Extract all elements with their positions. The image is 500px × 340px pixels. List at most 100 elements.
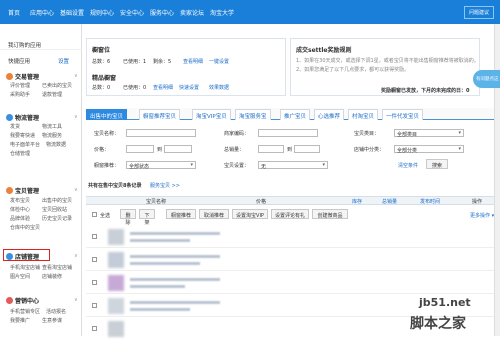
price-min-input[interactable] bbox=[126, 145, 154, 153]
table-row[interactable] bbox=[86, 249, 500, 271]
row-checkbox[interactable] bbox=[92, 280, 97, 285]
sidebar-link[interactable]: 物流工具 bbox=[42, 123, 62, 130]
section-products[interactable]: 宝贝管理 bbox=[6, 186, 39, 195]
tab-village[interactable]: 村淘宝贝 bbox=[348, 109, 379, 120]
sidebar-link[interactable]: 仓储管理 bbox=[10, 150, 30, 157]
more-actions-dropdown[interactable]: 更多操作 ▾ bbox=[470, 212, 494, 219]
shop-category-select[interactable]: 全部分类 bbox=[394, 145, 464, 154]
nav-basic-settings[interactable]: 基础设置 bbox=[60, 8, 84, 17]
product-thumbnail[interactable] bbox=[108, 229, 124, 245]
sidebar-link[interactable]: 发布宝贝 bbox=[10, 197, 30, 204]
nav-home[interactable]: 首页 bbox=[8, 8, 20, 17]
sidebar-link[interactable]: 出售中的宝贝 bbox=[42, 197, 72, 204]
review-gift-button[interactable]: 设置评论有礼 bbox=[271, 209, 309, 219]
window-view-link[interactable]: 查看明细 bbox=[183, 58, 203, 65]
row-checkbox[interactable] bbox=[92, 326, 97, 331]
create-micro-product-button[interactable]: 创建微商品 bbox=[312, 209, 348, 219]
cancel-recommend-button[interactable]: 取消推荐 bbox=[199, 209, 229, 219]
quick-settings-link[interactable]: 设置 bbox=[58, 57, 69, 65]
setting-label: 宝贝设置： bbox=[224, 163, 250, 169]
chevron-icon[interactable]: ∨ bbox=[74, 253, 78, 259]
table-row[interactable] bbox=[86, 226, 500, 248]
chevron-icon[interactable]: ∨ bbox=[74, 187, 78, 193]
tab-on-sale[interactable]: 出售中的宝贝 bbox=[86, 109, 128, 120]
search-button[interactable]: 搜索 bbox=[426, 159, 448, 169]
name-input[interactable] bbox=[126, 129, 196, 137]
sidebar-link[interactable]: 体检中心 bbox=[10, 206, 30, 213]
nav-taobao-university[interactable]: 淘宝大学 bbox=[210, 8, 234, 17]
sidebar-link[interactable]: 手机淘宝店铺 bbox=[10, 264, 40, 271]
help-float-button[interactable]: 有问题点这 bbox=[473, 70, 500, 88]
nav-security-center[interactable]: 安全中心 bbox=[120, 8, 144, 17]
sidebar-my-apps[interactable]: 我订购的应用 bbox=[0, 38, 82, 50]
sales-min-input[interactable] bbox=[258, 145, 284, 153]
product-thumbnail[interactable] bbox=[108, 275, 124, 291]
merchant-code-input[interactable] bbox=[258, 129, 318, 137]
sidebar-link[interactable]: 已卖出的宝贝 bbox=[42, 82, 72, 89]
col-publish-time[interactable]: 发布时间 bbox=[420, 198, 440, 205]
sidebar-link[interactable]: 店铺装修 bbox=[42, 273, 62, 280]
nav-rules-center[interactable]: 规则中心 bbox=[90, 8, 114, 17]
sidebar-link[interactable]: 物流服务 bbox=[42, 132, 62, 139]
chevron-icon[interactable]: ∨ bbox=[74, 73, 78, 79]
sidebar-link[interactable]: 发货 bbox=[10, 123, 20, 130]
row-checkbox[interactable] bbox=[92, 257, 97, 262]
select-all-checkbox[interactable] bbox=[92, 212, 97, 217]
col-actions: 操作 bbox=[472, 199, 483, 205]
sidebar-link[interactable]: 物流数据 bbox=[46, 141, 66, 148]
sidebar-link[interactable]: 活动报名 bbox=[46, 308, 66, 315]
sidebar-link[interactable]: 查看淘宝店铺 bbox=[42, 264, 72, 271]
setting-select[interactable]: 无 bbox=[258, 161, 328, 170]
sidebar-link[interactable]: 我要推广 bbox=[10, 317, 30, 324]
product-thumbnail[interactable] bbox=[108, 298, 124, 314]
row-checkbox[interactable] bbox=[92, 303, 97, 308]
product-thumbnail[interactable] bbox=[108, 252, 124, 268]
col-sales[interactable]: 总销量 bbox=[382, 198, 397, 205]
chevron-icon[interactable]: ∨ bbox=[74, 114, 78, 120]
section-marketing[interactable]: 营销中心 bbox=[6, 296, 39, 305]
row-checkbox[interactable] bbox=[92, 234, 97, 239]
sales-max-input[interactable] bbox=[294, 145, 320, 153]
tab-dropship[interactable]: 一件代发宝贝 bbox=[382, 109, 424, 120]
featured-help-link[interactable]: 效果数据 bbox=[209, 84, 229, 91]
price-max-input[interactable] bbox=[164, 145, 192, 153]
service-products-link[interactable]: 服务宝贝 >> bbox=[150, 182, 180, 189]
section-logistics[interactable]: 物流管理 bbox=[6, 113, 39, 122]
tab-service[interactable]: 淘宝服务宝 bbox=[235, 109, 271, 120]
delete-button[interactable]: 删除 bbox=[120, 209, 136, 226]
clear-filters-button[interactable]: 清空条件 bbox=[394, 160, 422, 170]
tab-selected[interactable]: 心选推荐 bbox=[314, 109, 345, 120]
tab-vip[interactable]: 淘宝VIP宝贝 bbox=[192, 109, 231, 120]
recommend-button[interactable]: 橱窗推荐 bbox=[166, 209, 196, 219]
featured-view-link[interactable]: 查看明细 bbox=[153, 84, 173, 91]
sidebar-link[interactable]: 评价管理 bbox=[10, 82, 30, 89]
delist-button[interactable]: 下架 bbox=[139, 209, 155, 226]
nav-service-center[interactable]: 服务中心 bbox=[150, 8, 174, 17]
sidebar-link[interactable]: 品牌体验 bbox=[10, 215, 30, 222]
sidebar-link[interactable]: 采购助手 bbox=[10, 91, 30, 98]
sidebar-link[interactable]: 生意参谋 bbox=[42, 317, 62, 324]
col-stock[interactable]: 库存 bbox=[352, 198, 362, 205]
sidebar-link[interactable]: 历史宝贝记录 bbox=[42, 215, 72, 222]
sidebar-link[interactable]: 退款管理 bbox=[42, 91, 62, 98]
featured-setup-link[interactable]: 快速设置 bbox=[179, 84, 199, 91]
table-row[interactable] bbox=[86, 272, 500, 294]
section-trade[interactable]: 交易管理 bbox=[6, 72, 39, 81]
window-setup-link[interactable]: 一键设置 bbox=[209, 58, 229, 65]
tab-window-recommend[interactable]: 橱窗推荐宝贝 bbox=[139, 109, 181, 120]
nav-seller-forum[interactable]: 卖家论坛 bbox=[180, 8, 204, 17]
sidebar-link[interactable]: 我要寄快递 bbox=[10, 132, 35, 139]
sidebar-link[interactable]: 电子面单平台 bbox=[10, 141, 40, 148]
nav-app-center[interactable]: 应用中心 bbox=[30, 8, 54, 17]
sidebar-link[interactable]: 手机营销专区 bbox=[10, 308, 40, 315]
feedback-button[interactable]: 问题建议 bbox=[463, 6, 494, 19]
sidebar-link[interactable]: 宝贝回收站 bbox=[42, 206, 67, 213]
sidebar-link[interactable]: 仓库中的宝贝 bbox=[10, 224, 40, 231]
chevron-icon[interactable]: ∨ bbox=[74, 297, 78, 303]
tab-promoted[interactable]: 推广宝贝 bbox=[280, 109, 311, 120]
product-thumbnail[interactable] bbox=[108, 321, 124, 337]
set-vip-button[interactable]: 设置淘宝VIP bbox=[232, 209, 268, 219]
recommend-select[interactable]: 全部状态 bbox=[126, 161, 196, 170]
category-select[interactable]: 全部类目 bbox=[394, 129, 464, 138]
sidebar-link[interactable]: 图片空间 bbox=[10, 273, 30, 280]
